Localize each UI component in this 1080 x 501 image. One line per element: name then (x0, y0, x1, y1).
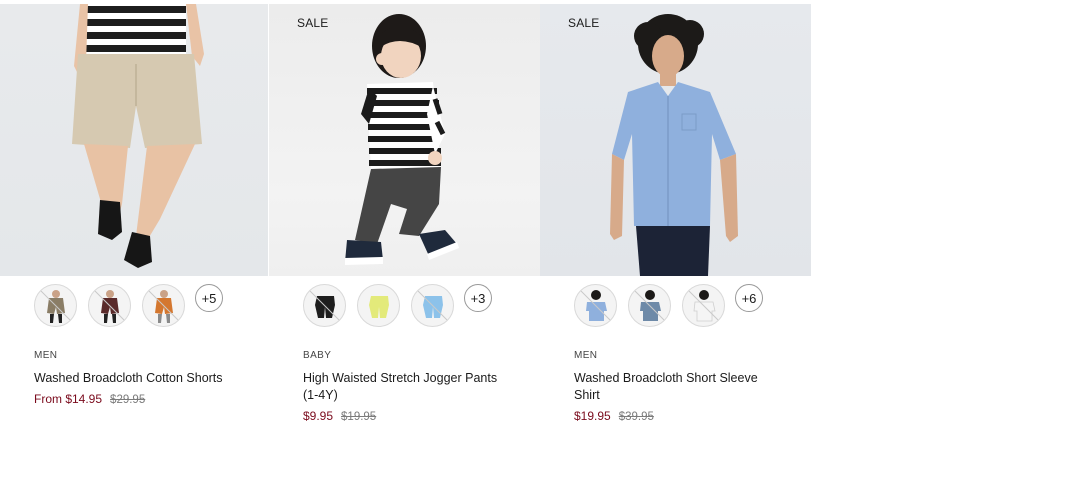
sale-price: From $14.95 (34, 392, 103, 406)
sale-tag: SALE (297, 16, 329, 30)
color-swatch[interactable] (88, 284, 131, 327)
product-image[interactable] (269, 4, 540, 276)
color-swatch[interactable] (411, 284, 454, 327)
color-swatch[interactable] (574, 284, 617, 327)
original-price: $39.95 (618, 411, 654, 423)
color-swatch[interactable] (303, 284, 346, 327)
product-image[interactable] (540, 4, 811, 276)
product-card[interactable]: +5 MEN Washed Broadcloth Cotton Shorts F… (0, 4, 271, 444)
product-name[interactable]: High Waisted Stretch Jogger Pants (1-4Y) (303, 370, 508, 403)
product-card[interactable]: SALE +3 BABY High Waisted Stretch Jogger… (269, 4, 540, 444)
product-category: BABY (303, 350, 332, 361)
color-swatch[interactable] (682, 284, 725, 327)
sale-tag: SALE (568, 16, 600, 30)
product-price: $9.95 $19.95 (303, 409, 376, 423)
product-price: From $14.95 $29.95 (34, 392, 145, 406)
original-price: $19.95 (341, 411, 377, 423)
product-name[interactable]: Washed Broadcloth Short Sleeve Shirt (574, 370, 779, 403)
sale-price: $9.95 (303, 409, 334, 423)
product-price: $19.95 $39.95 (574, 409, 654, 423)
more-colors-button[interactable]: +3 (464, 284, 492, 312)
more-colors-button[interactable]: +5 (195, 284, 223, 312)
product-card[interactable]: SALE +6 MEN Washed Broadcloth Short Slee… (540, 4, 811, 444)
color-swatch[interactable] (142, 284, 185, 327)
product-grid: +5 MEN Washed Broadcloth Cotton Shorts F… (0, 4, 812, 444)
color-swatch[interactable] (357, 284, 400, 327)
product-name[interactable]: Washed Broadcloth Cotton Shorts (34, 370, 239, 387)
product-category: MEN (34, 350, 58, 361)
original-price: $29.95 (110, 394, 146, 406)
color-swatch[interactable] (34, 284, 77, 327)
color-swatch[interactable] (628, 284, 671, 327)
sale-price: $19.95 (574, 409, 611, 423)
product-image[interactable] (0, 4, 268, 276)
product-category: MEN (574, 350, 598, 361)
more-colors-button[interactable]: +6 (735, 284, 763, 312)
